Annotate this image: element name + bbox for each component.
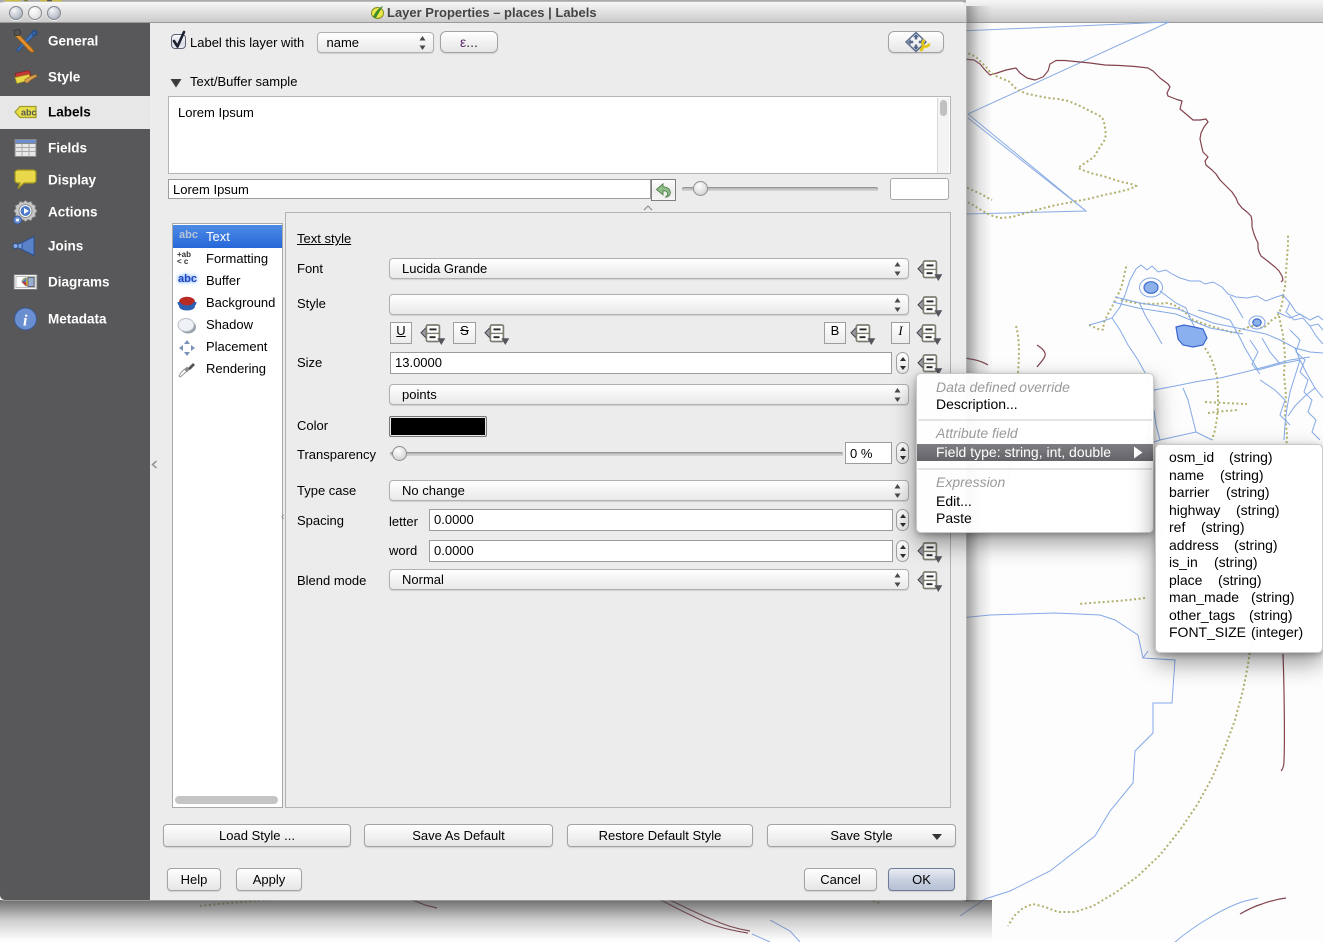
svg-text:i: i [23, 313, 28, 330]
svg-text:abc: abc [21, 108, 37, 118]
